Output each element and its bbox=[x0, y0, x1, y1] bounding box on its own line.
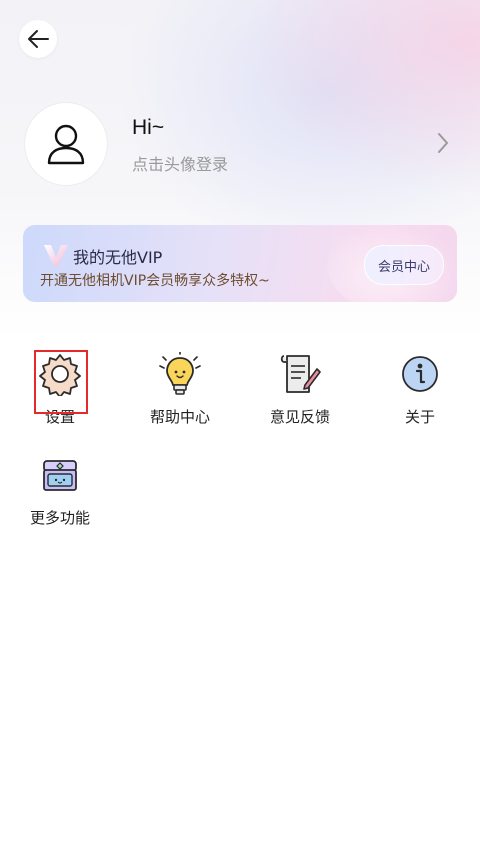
vip-subtitle: 开通无他相机VIP会员畅享众多特权~ bbox=[40, 273, 270, 289]
vip-v-logo-icon bbox=[44, 245, 68, 266]
menu-label-about: 关于 bbox=[404, 408, 435, 426]
menu-label-feedback: 意见反馈 bbox=[269, 408, 330, 426]
profile-chevron[interactable] bbox=[436, 132, 450, 158]
menu-item-about[interactable]: 关于 bbox=[360, 352, 480, 427]
user-icon bbox=[47, 124, 85, 165]
login-hint[interactable]: 点击头像登录 bbox=[132, 151, 228, 175]
menu-label-help: 帮助中心 bbox=[149, 408, 210, 426]
member-center-button[interactable]: 会员中心 bbox=[364, 245, 444, 285]
feedback-scroll-icon bbox=[278, 352, 322, 396]
vip-title: 我的无他VIP bbox=[73, 248, 163, 267]
menu-item-help[interactable]: 帮助中心 bbox=[120, 352, 240, 427]
menu-item-feedback[interactable]: 意见反馈 bbox=[240, 352, 360, 427]
vip-card[interactable]: 我的无他VIP 开通无他相机VIP会员畅享众多特权~ 会员中心 bbox=[23, 225, 457, 302]
highlight-box bbox=[34, 350, 88, 414]
avatar[interactable] bbox=[24, 102, 108, 186]
arrow-left-icon bbox=[28, 30, 49, 48]
menu-label-more: 更多功能 bbox=[29, 509, 90, 527]
menu-item-more[interactable]: 更多功能 bbox=[0, 453, 120, 528]
info-icon bbox=[398, 352, 442, 396]
lightbulb-icon bbox=[158, 352, 202, 396]
chevron-right-icon bbox=[438, 133, 448, 153]
back-button[interactable] bbox=[19, 20, 57, 58]
treasure-chest-icon bbox=[38, 453, 82, 497]
greeting-text: Hi~ bbox=[132, 116, 165, 139]
